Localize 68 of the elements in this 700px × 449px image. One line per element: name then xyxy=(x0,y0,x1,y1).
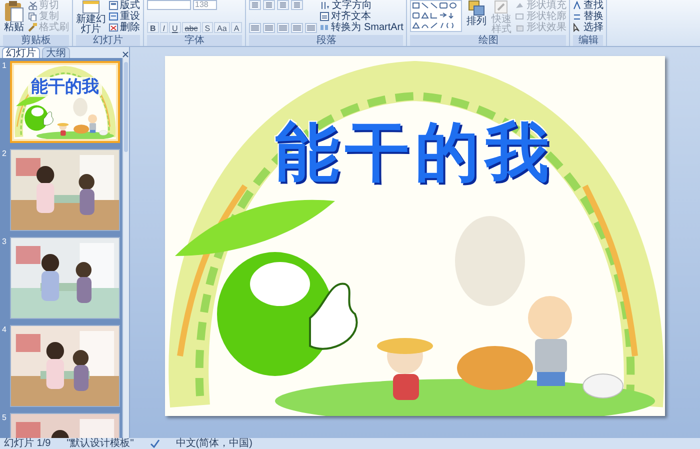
pane-tab[interactable]: 幻灯片 xyxy=(2,47,40,58)
format-button[interactable]: A xyxy=(230,22,242,33)
ribbon-button[interactable]: 对齐文本 xyxy=(320,11,404,22)
format-button[interactable]: S xyxy=(202,22,214,33)
align-icon xyxy=(249,23,262,33)
format-button[interactable]: Aa xyxy=(214,22,230,33)
list-icon xyxy=(249,0,262,10)
copy-icon xyxy=(28,12,37,21)
ribbon-button[interactable]: 转换为 SmartArt xyxy=(320,22,404,33)
fill-icon xyxy=(515,1,524,10)
slide-thumbnail[interactable]: 能干的我 xyxy=(10,61,120,143)
group-label: 绘图 xyxy=(410,35,566,46)
text-direction-icon xyxy=(320,1,330,10)
ribbon-button[interactable]: 替换 xyxy=(573,11,604,22)
ribbon-button[interactable]: 新建幻灯片 xyxy=(76,0,106,35)
slide-counter: 幻灯片 1/9 xyxy=(4,438,51,449)
ribbon-button[interactable]: 查找 xyxy=(573,0,604,11)
group-label: 段落 xyxy=(249,35,404,46)
ribbon-button[interactable]: 排列 xyxy=(465,0,488,27)
paste-icon xyxy=(3,0,25,22)
group-label: 编辑 xyxy=(573,35,604,46)
brush-icon xyxy=(494,0,508,14)
slide-title: 能干的我 xyxy=(28,77,102,97)
scissors-icon xyxy=(28,1,37,10)
list-icon xyxy=(277,0,290,10)
slide-number: 3 xyxy=(1,237,8,248)
font-field[interactable] xyxy=(147,0,191,10)
language-label: 中文(简体，中国) xyxy=(176,438,252,449)
diagram-icon xyxy=(320,23,330,32)
list-icon xyxy=(291,0,304,10)
group-label: 字体 xyxy=(147,35,242,46)
delete-icon xyxy=(109,23,118,32)
align-icon xyxy=(305,23,318,33)
ribbon-button[interactable]: 粘贴 xyxy=(3,0,25,33)
slide-number: 5 xyxy=(1,413,8,424)
slide-number: 2 xyxy=(1,149,8,160)
theme-name: "默认设计模板" xyxy=(66,438,134,449)
format-button[interactable]: U xyxy=(169,22,181,33)
cursor-icon xyxy=(573,23,582,32)
format-button[interactable]: I xyxy=(160,22,168,33)
arrange-icon xyxy=(468,0,485,16)
ribbon-button[interactable]: 删除 xyxy=(109,22,140,33)
ribbon-button[interactable]: 重设 xyxy=(109,11,140,22)
group-label: 幻灯片 xyxy=(76,35,140,46)
slide-number: 4 xyxy=(1,325,8,336)
scrollbar[interactable] xyxy=(122,58,129,438)
slide-number: 1 xyxy=(1,61,8,72)
align-icon xyxy=(291,23,304,33)
spellcheck-icon xyxy=(150,439,160,448)
ribbon-button[interactable]: 版式 xyxy=(109,0,140,11)
group-label: 剪贴板 xyxy=(3,35,69,46)
ribbon-button[interactable]: 选择 xyxy=(573,22,604,33)
pane-tab[interactable]: 大纲 xyxy=(42,47,70,58)
slide-icon xyxy=(82,0,100,14)
format-button[interactable]: abc xyxy=(182,22,201,33)
shapes-gallery-icon xyxy=(410,0,462,32)
outline-icon xyxy=(515,12,524,21)
reset-icon xyxy=(109,12,118,21)
brush-icon xyxy=(28,23,37,32)
layout-icon xyxy=(109,1,118,10)
close-icon xyxy=(122,51,129,58)
slide-title: 能干的我 xyxy=(274,116,556,188)
format-button[interactable]: B xyxy=(147,22,159,33)
effect-icon xyxy=(515,23,524,32)
list-icon xyxy=(263,0,276,10)
align-icon xyxy=(277,23,290,33)
align-icon xyxy=(320,12,330,21)
align-icon xyxy=(263,23,276,33)
